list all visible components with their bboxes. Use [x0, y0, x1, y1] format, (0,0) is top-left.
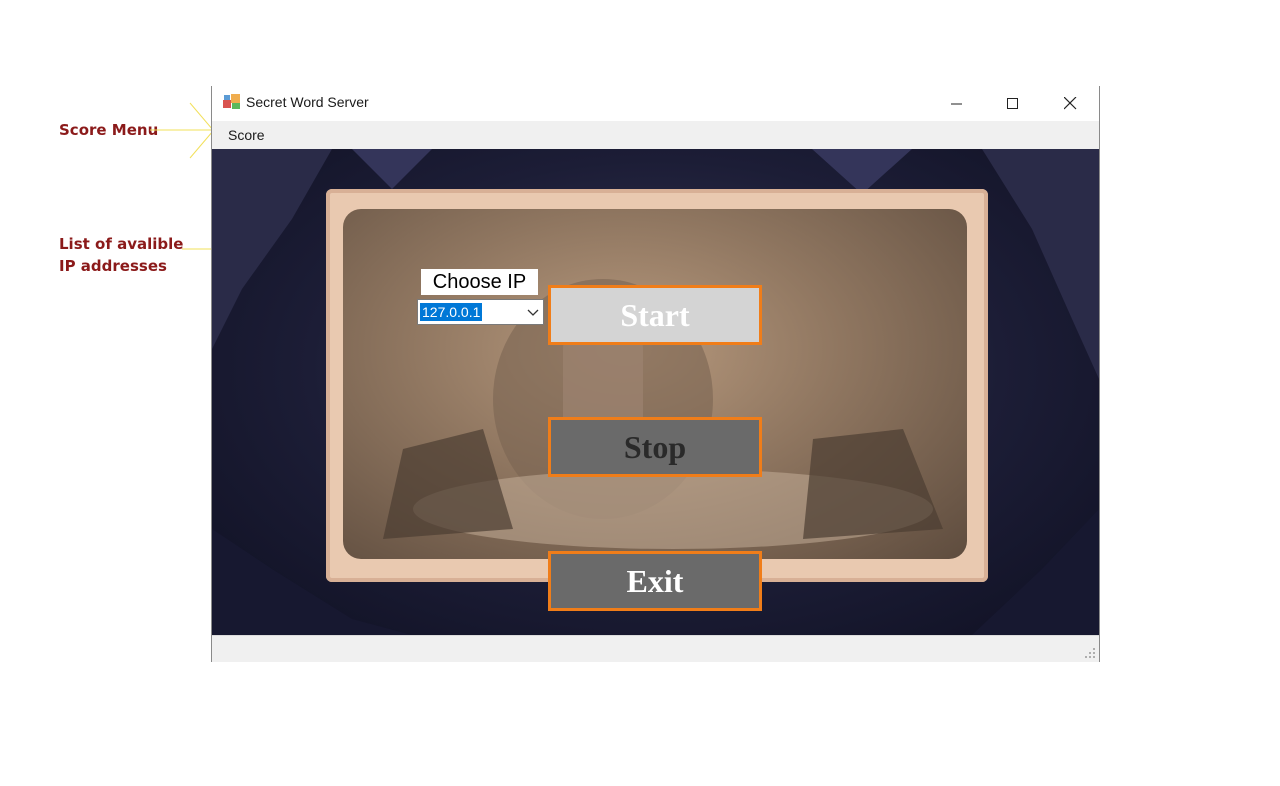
- parchment-scene: [343, 209, 967, 559]
- status-bar: [212, 635, 1099, 662]
- exit-button[interactable]: Exit: [548, 551, 762, 611]
- minimize-icon: [951, 103, 962, 104]
- minimize-button[interactable]: [934, 86, 980, 121]
- resize-grip-icon[interactable]: [1084, 647, 1096, 659]
- menu-score[interactable]: Score: [228, 127, 265, 143]
- game-background: Choose IP 127.0.0.1 Start Stop Exit: [212, 149, 1099, 635]
- maximize-icon: [1007, 97, 1018, 109]
- app-icon: [223, 94, 240, 109]
- choose-ip-label: Choose IP: [421, 269, 538, 295]
- ip-address-value: 127.0.0.1: [420, 303, 483, 321]
- start-button[interactable]: Start: [548, 285, 762, 345]
- maximize-button[interactable]: [990, 86, 1036, 121]
- close-icon: [1063, 97, 1076, 110]
- stop-button[interactable]: Stop: [548, 417, 762, 477]
- window-title: Secret Word Server: [246, 94, 369, 110]
- app-window: Secret Word Server Score Choose IP 127.0…: [211, 86, 1100, 662]
- ip-address-select[interactable]: 127.0.0.1: [417, 299, 544, 325]
- menu-bar: Score: [212, 121, 1099, 149]
- chevron-down-icon[interactable]: [525, 304, 541, 320]
- close-button[interactable]: [1047, 86, 1093, 121]
- title-bar[interactable]: Secret Word Server: [212, 86, 1099, 121]
- dungeon-illustration: [383, 279, 943, 549]
